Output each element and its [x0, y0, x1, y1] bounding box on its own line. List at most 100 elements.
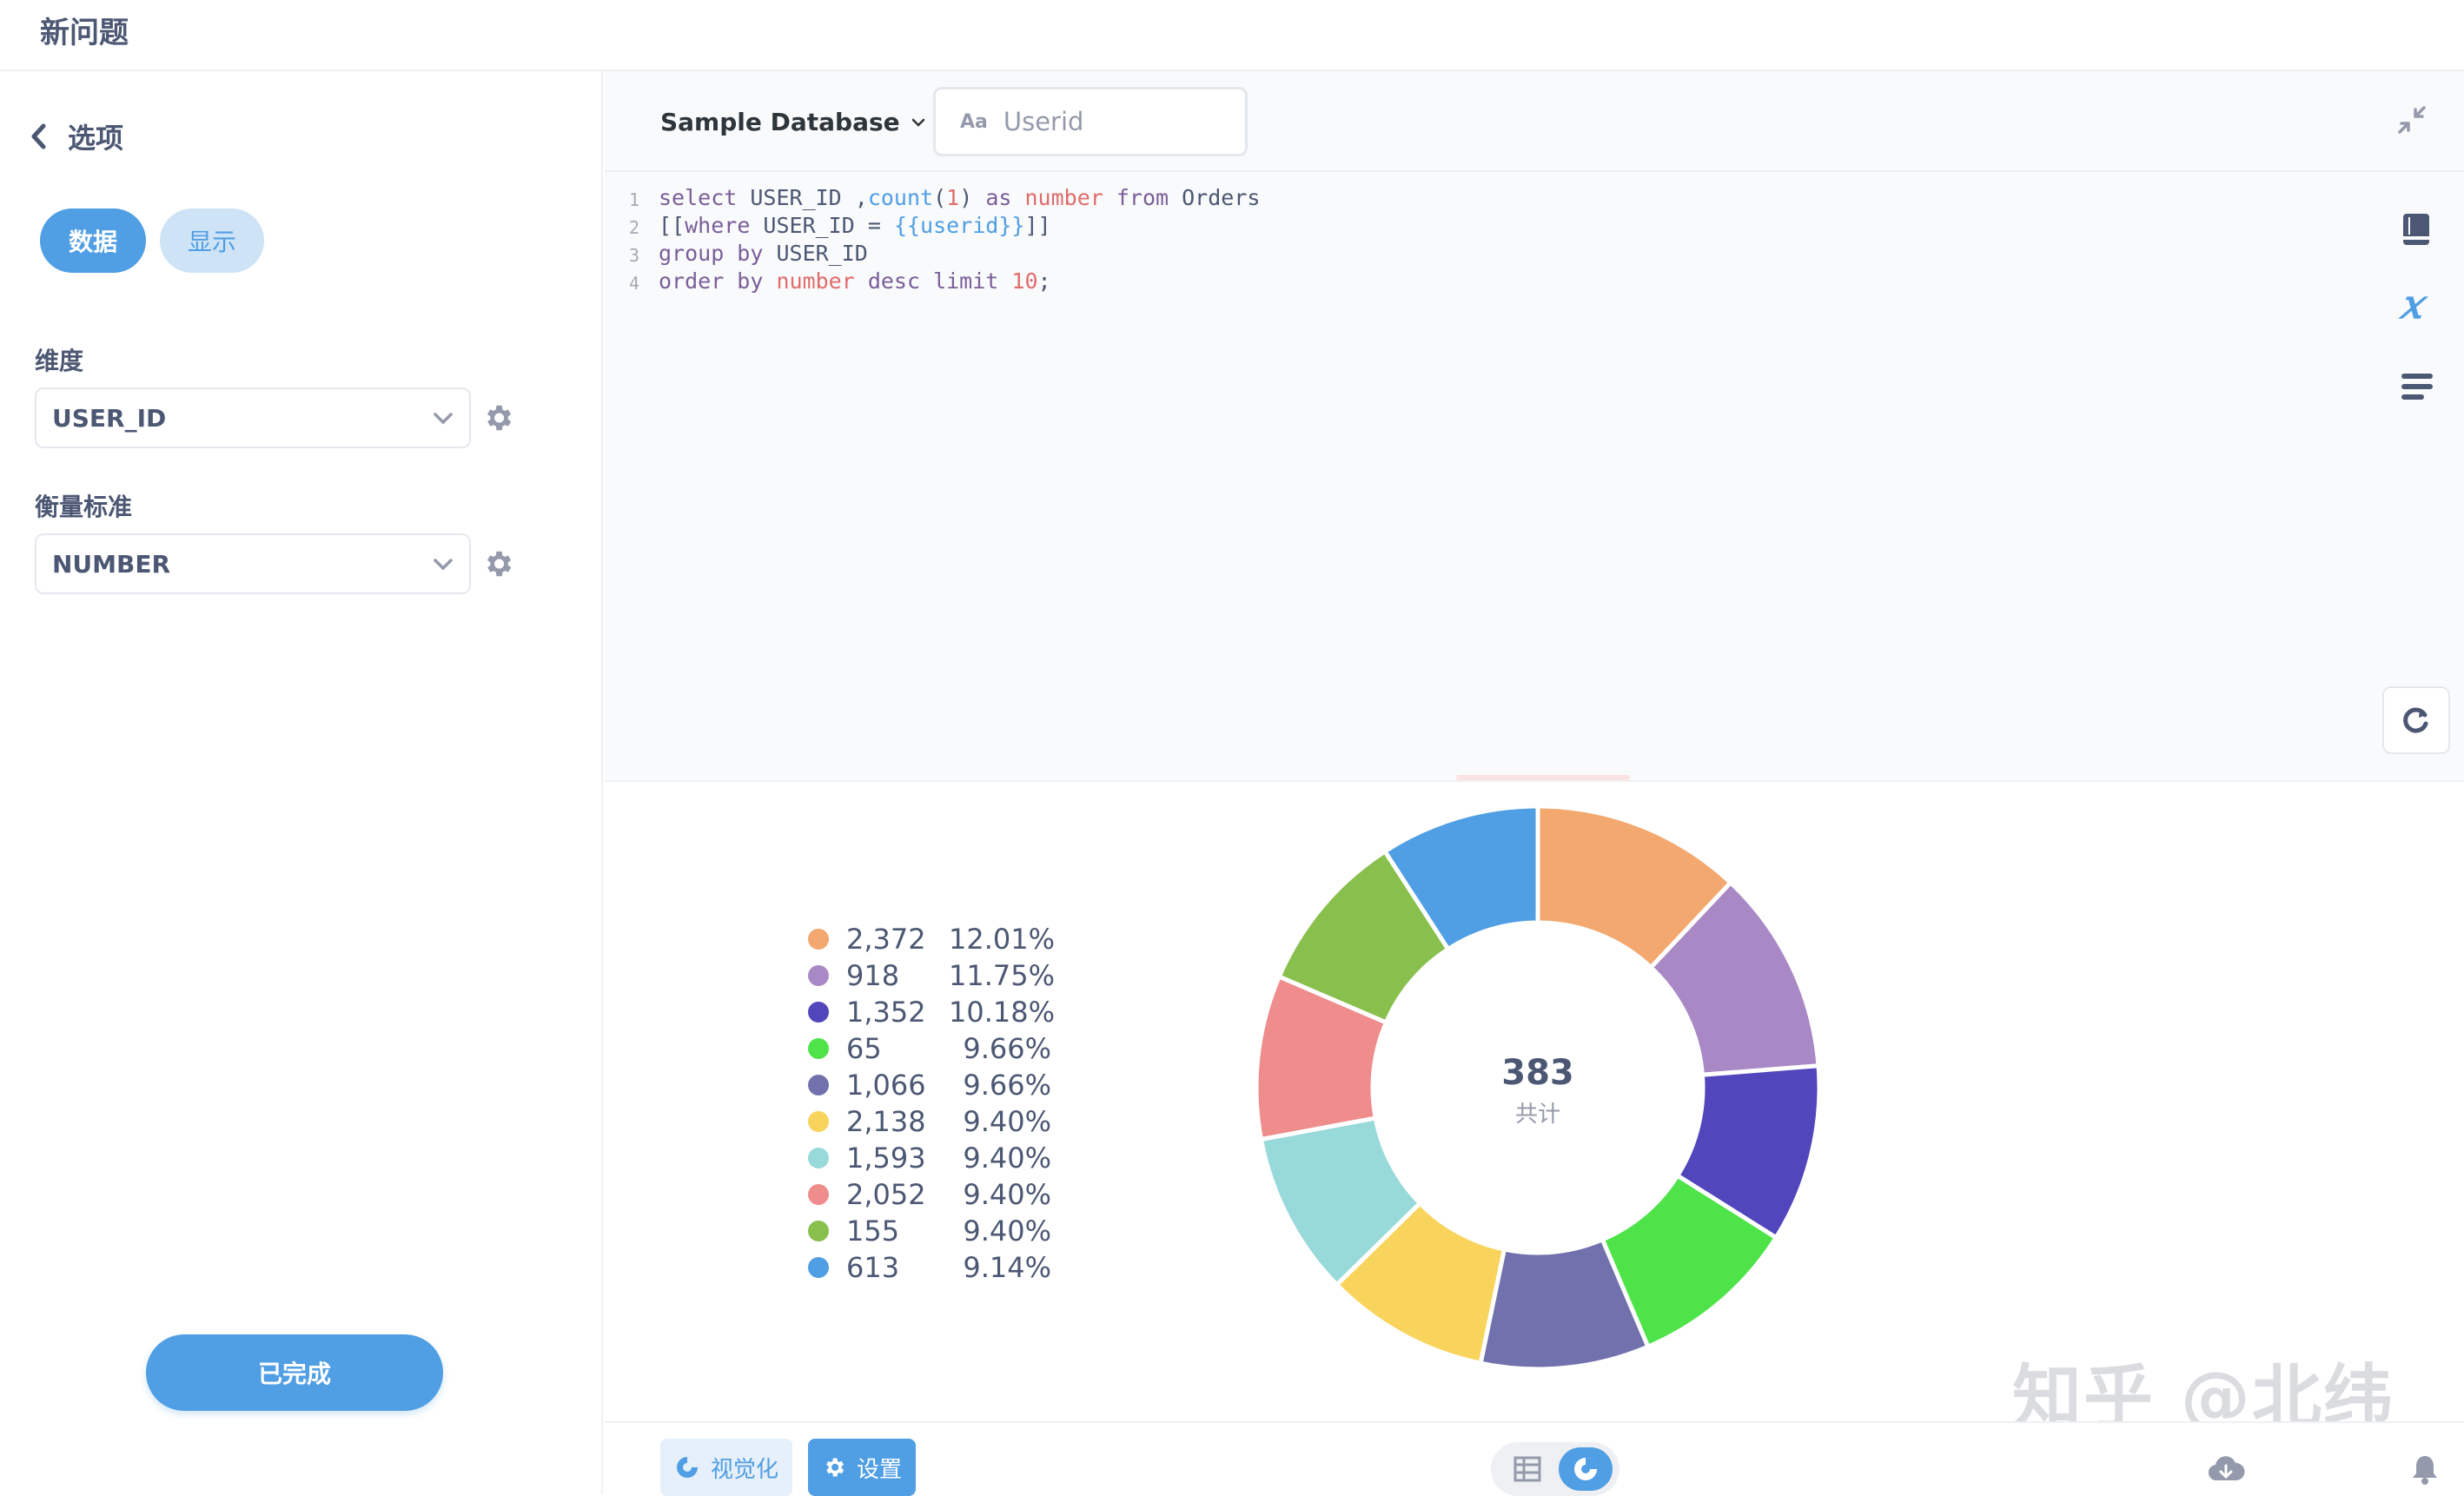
- bell-icon[interactable]: [2410, 1453, 2440, 1486]
- visualization-area: 2,372 12.01% 918 11.75% 1,352 10.18% 65 9.66% 1,…: [605, 782, 2464, 1421]
- legend-percent: 9.14%: [963, 1251, 1051, 1284]
- view-toggle[interactable]: [1491, 1442, 1619, 1496]
- top-bar: 新问题: [0, 0, 2464, 71]
- resize-handle[interactable]: [1456, 775, 1630, 780]
- variables-icon[interactable]: 𝑥: [2400, 284, 2422, 324]
- snippets-icon[interactable]: [2400, 372, 2434, 401]
- legend-item[interactable]: 918 11.75%: [808, 957, 1056, 994]
- metric-gear-icon[interactable]: [481, 547, 514, 580]
- code-token: (: [933, 185, 947, 210]
- page-title: 新问题: [40, 16, 129, 50]
- code-token: count: [867, 185, 934, 210]
- chevron-down-icon: [434, 413, 453, 425]
- code-token: Orders: [1182, 185, 1261, 210]
- dimension-gear-icon[interactable]: [481, 401, 514, 434]
- tab-data[interactable]: 数据: [40, 209, 146, 273]
- legend-percent: 9.40%: [963, 1178, 1051, 1211]
- code-token: order by: [659, 268, 777, 294]
- refresh-icon: [2403, 707, 2428, 733]
- chevron-left-icon: [31, 123, 46, 149]
- dimension-select[interactable]: USER_ID: [35, 387, 471, 448]
- legend-item[interactable]: 155 9.40%: [808, 1213, 1051, 1249]
- legend-percent: 9.66%: [963, 1069, 1051, 1102]
- code-token: USER_ID: [776, 241, 868, 266]
- code-line[interactable]: 2 [[where USER_ID = {{userid}}]]: [605, 212, 1260, 240]
- legend-percent: 9.66%: [963, 1032, 1051, 1065]
- back-button[interactable]: 选项: [30, 116, 123, 156]
- code-token: ): [959, 185, 986, 210]
- sidebar: 选项 数据 显示 维度 USER_ID 衡量标准 NUMBER 已完成: [0, 71, 603, 1494]
- settings-button[interactable]: 设置: [808, 1439, 917, 1496]
- code-token: number: [1024, 185, 1116, 210]
- legend-item[interactable]: 2,372 12.01%: [808, 921, 1056, 957]
- run-query-button[interactable]: [2382, 686, 2450, 754]
- legend-value: 2,372: [846, 923, 926, 956]
- total-value: 383: [1501, 1053, 1574, 1093]
- legend-percent: 9.40%: [963, 1215, 1051, 1248]
- legend-value: 918: [846, 959, 900, 992]
- line-number: 4: [628, 273, 639, 294]
- legend-percent: 11.75%: [949, 959, 1056, 992]
- legend-value: 613: [846, 1251, 900, 1284]
- pie-chart-icon: [1574, 1458, 1597, 1480]
- database-select[interactable]: Sample Database: [660, 108, 926, 136]
- line-number: 2: [628, 217, 639, 238]
- legend-swatch: [808, 1075, 829, 1096]
- metric-label: 衡量标准: [35, 493, 133, 521]
- legend-percent: 12.01%: [949, 923, 1056, 956]
- pie-chart-icon: [677, 1457, 698, 1478]
- legend-swatch: [808, 929, 829, 950]
- legend-value: 1,593: [846, 1142, 926, 1175]
- dimension-label: 维度: [35, 347, 84, 375]
- database-name: Sample Database: [660, 108, 900, 136]
- legend-item[interactable]: 613 9.14%: [808, 1249, 1051, 1286]
- reference-book-icon[interactable]: [2400, 212, 2433, 247]
- visualization-button[interactable]: 视觉化: [660, 1439, 793, 1496]
- code-area[interactable]: 1 select USER_ID ,count(1) as number from…: [605, 184, 1260, 295]
- code-token: ;: [1037, 268, 1051, 294]
- code-token: group by: [659, 241, 777, 266]
- code-token: [[: [659, 213, 686, 238]
- legend-percent: 10.18%: [949, 996, 1056, 1029]
- dimension-value: USER_ID: [52, 403, 167, 433]
- tab-display[interactable]: 显示: [160, 209, 264, 273]
- gear-icon: [826, 1458, 845, 1477]
- line-number: 3: [628, 245, 639, 266]
- total-label: 共计: [1514, 1102, 1560, 1128]
- code-line[interactable]: 4 order by number desc limit 10;: [605, 268, 1260, 295]
- legend-value: 1,352: [846, 996, 926, 1029]
- done-button[interactable]: 已完成: [146, 1334, 443, 1411]
- legend-item[interactable]: 1,352 10.18%: [808, 994, 1056, 1030]
- chevron-down-icon: [911, 118, 924, 127]
- code-token: from: [1116, 185, 1182, 210]
- legend-item[interactable]: 1,593 9.40%: [808, 1140, 1051, 1176]
- code-token: select: [659, 185, 751, 210]
- metric-value: NUMBER: [52, 549, 171, 579]
- legend-item[interactable]: 2,138 9.40%: [808, 1103, 1051, 1140]
- collapse-icon[interactable]: [2394, 103, 2429, 137]
- legend-item[interactable]: 2,052 9.40%: [808, 1176, 1051, 1213]
- legend-swatch: [808, 1148, 829, 1168]
- metric-select[interactable]: NUMBER: [35, 533, 471, 594]
- code-token: ]]: [1024, 213, 1051, 238]
- code-line[interactable]: 1 select USER_ID ,count(1) as number from…: [605, 184, 1260, 212]
- legend-value: 155: [846, 1215, 900, 1248]
- variable-placeholder: Userid: [1003, 107, 1084, 136]
- download-icon[interactable]: [2207, 1454, 2245, 1486]
- code-token: desc limit: [867, 268, 1012, 294]
- line-number: 1: [628, 189, 639, 210]
- legend-value: 65: [846, 1032, 882, 1065]
- userid-variable-input[interactable]: Aa Userid: [933, 87, 1248, 156]
- code-token: as: [985, 185, 1025, 210]
- legend-item[interactable]: 1,066 9.66%: [808, 1067, 1051, 1103]
- chart-view-toggle[interactable]: [1559, 1447, 1613, 1491]
- legend-value: 2,138: [846, 1105, 926, 1138]
- legend-item[interactable]: 65 9.66%: [808, 1030, 1051, 1067]
- table-view-icon[interactable]: [1514, 1456, 1541, 1482]
- code-line[interactable]: 3 group by USER_ID: [605, 240, 1260, 268]
- text-type-icon: Aa: [960, 110, 988, 133]
- code-token: {{userid}}: [893, 213, 1025, 238]
- sql-editor[interactable]: 1 select USER_ID ,count(1) as number from…: [605, 172, 2464, 782]
- legend-percent: 9.40%: [963, 1105, 1051, 1138]
- back-label: 选项: [68, 122, 124, 155]
